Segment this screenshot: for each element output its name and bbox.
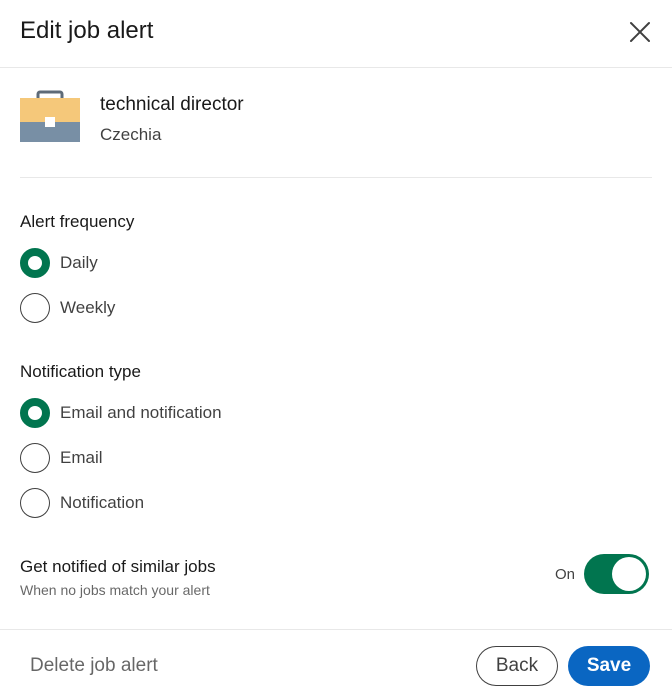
dialog-content: technical director Czechia Alert frequen… (20, 68, 652, 598)
job-summary: technical director Czechia (20, 68, 652, 178)
briefcase-icon (20, 90, 80, 142)
radio-daily[interactable]: Daily (20, 247, 98, 279)
radio-label: Notification (60, 493, 145, 512)
radio-button[interactable] (20, 488, 50, 518)
radio-label: Email (60, 448, 103, 467)
radio-label: Daily (60, 253, 98, 272)
radio-button[interactable] (20, 443, 50, 473)
dialog-header: Edit job alert (0, 0, 672, 68)
radio-label: Email and notification (60, 403, 222, 422)
close-icon (630, 22, 650, 42)
back-button[interactable]: Back (476, 646, 558, 686)
radio-weekly[interactable]: Weekly (20, 292, 115, 324)
similar-jobs-title: Get notified of similar jobs (20, 557, 216, 576)
radio-button-checked[interactable] (20, 248, 50, 278)
dialog-title: Edit job alert (20, 17, 154, 44)
edit-job-alert-dialog: Edit job alert technical director Czechi… (0, 0, 672, 692)
radio-label: Weekly (60, 298, 116, 317)
job-title: technical director (100, 94, 244, 115)
save-button[interactable]: Save (568, 646, 650, 686)
notification-type-label: Notification type (20, 362, 141, 381)
similar-jobs-subtitle: When no jobs match your alert (20, 582, 210, 598)
close-button[interactable] (622, 14, 658, 50)
dialog-footer: Delete job alert Back Save (0, 629, 672, 692)
job-location: Czechia (100, 125, 162, 144)
radio-email[interactable]: Email (20, 442, 103, 474)
similar-jobs-toggle[interactable] (584, 554, 649, 594)
toggle-knob (612, 557, 646, 591)
delete-job-alert-button[interactable]: Delete job alert (30, 654, 158, 678)
radio-notification[interactable]: Notification (20, 487, 144, 519)
toggle-state-label: On (555, 566, 576, 583)
radio-button[interactable] (20, 293, 50, 323)
radio-email-and-notification[interactable]: Email and notification (20, 397, 222, 429)
radio-button-checked[interactable] (20, 398, 50, 428)
alert-frequency-label: Alert frequency (20, 212, 135, 231)
